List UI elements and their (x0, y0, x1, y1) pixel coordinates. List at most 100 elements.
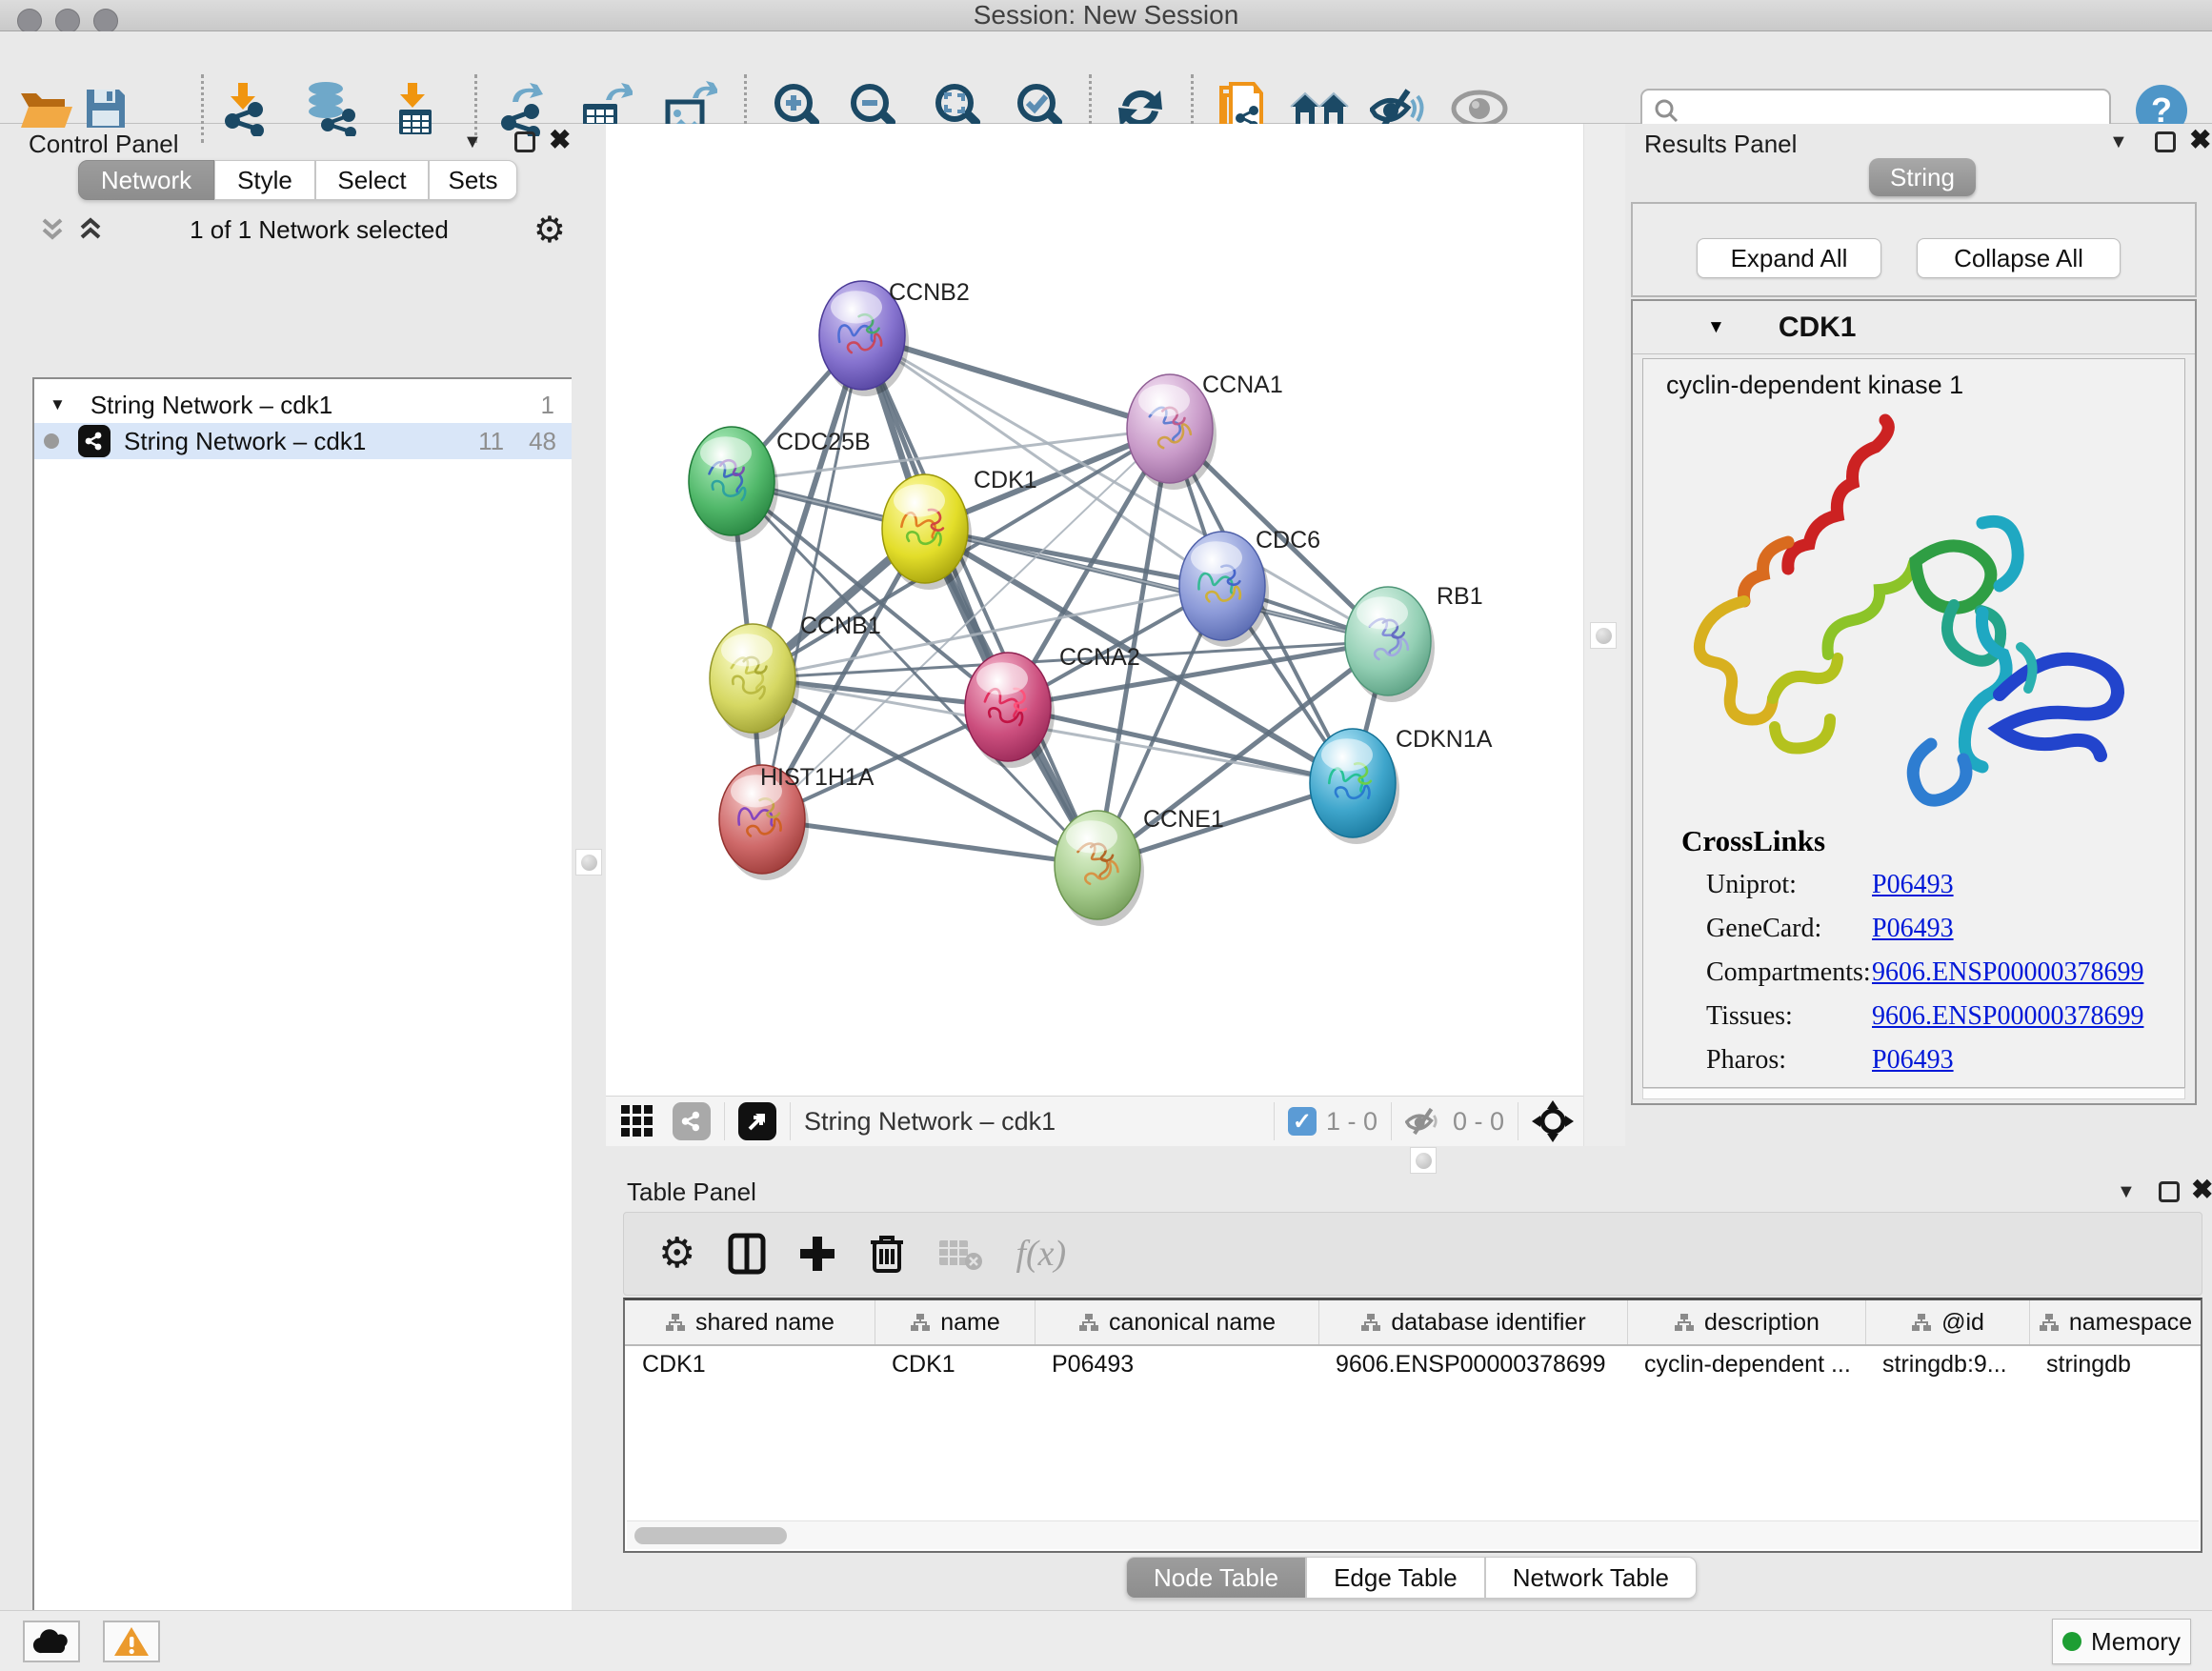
table-cell[interactable]: stringdb (2029, 1346, 2201, 1382)
results-actions-bar: Expand All Collapse All (1631, 202, 2197, 297)
entry-name: CDK1 (1779, 312, 1857, 344)
divider-handle-icon[interactable] (1416, 1153, 1432, 1169)
fit-content-crosshair-icon[interactable] (1532, 1100, 1574, 1142)
column-header-namespace[interactable]: namespace (2029, 1300, 2201, 1344)
vertical-divider[interactable] (1583, 124, 1625, 1146)
table-settings-gear-icon[interactable]: ⚙ (658, 1233, 695, 1275)
collapse-all-networks-icon[interactable] (76, 216, 105, 243)
selected-nodes-checkbox[interactable]: ✓ (1288, 1107, 1317, 1136)
window-minimize-button[interactable] (55, 9, 80, 33)
table-cell[interactable]: 9606.ENSP00000378699 (1318, 1346, 1627, 1382)
network-node-cdkn1a[interactable]: CDKN1A (1310, 726, 1493, 844)
crosslink-link[interactable]: P06493 (1872, 1045, 1954, 1076)
column-header--id[interactable]: @id (1865, 1300, 2029, 1344)
network-collection-row[interactable]: ▼ String Network – cdk1 1 (34, 387, 572, 423)
column-header-database-identifier[interactable]: database identifier (1318, 1300, 1627, 1344)
tab-network-table[interactable]: Network Table (1485, 1557, 1697, 1599)
window-close-button[interactable] (17, 9, 42, 33)
network-node-ccna1[interactable]: CCNA1 (1127, 372, 1283, 490)
column-type-icon (910, 1313, 931, 1332)
divider-handle-icon[interactable] (581, 855, 597, 871)
collapse-all-button[interactable]: Collapse All (1917, 238, 2121, 278)
caret-down-icon[interactable]: ▼ (50, 395, 66, 414)
table-panel-menu-button[interactable]: ▼ (2117, 1181, 2136, 1203)
table-row[interactable]: CDK1CDK1P064939606.ENSP00000378699cyclin… (625, 1346, 2201, 1382)
control-panel: Control Panel ▼ ✖ Network Style Select S… (10, 124, 572, 1610)
control-panel-close-button[interactable]: ✖ (549, 130, 571, 151)
string-view-icon[interactable] (673, 1102, 711, 1140)
search-field[interactable] (1686, 97, 2086, 125)
node-table[interactable]: shared namenamecanonical namedatabase id… (623, 1298, 2202, 1553)
tab-string[interactable]: String (1869, 158, 1976, 196)
network-node-ccna2[interactable]: CCNA2 (965, 644, 1140, 768)
network-edge[interactable] (862, 335, 1097, 865)
show-columns-icon[interactable] (728, 1233, 766, 1275)
birds-eye-view-button[interactable] (738, 1102, 776, 1140)
results-panel-menu-button[interactable]: ▼ (2109, 131, 2128, 153)
network-edge[interactable] (1008, 707, 1353, 783)
network-canvas[interactable]: CCNB2 CCNA1 CDC25BCDK1 CDC6RB1 CCNB1 CCNA2 CDK… (606, 124, 1583, 1096)
entry-header[interactable]: ▼ CDK1 (1633, 301, 2195, 354)
crosslink-label: Uniprot: (1706, 870, 1797, 900)
column-header-name[interactable]: name (875, 1300, 1035, 1344)
tab-node-table[interactable]: Node Table (1126, 1557, 1306, 1599)
network-graph[interactable]: CCNB2 CCNA1 CDC25BCDK1 CDC6RB1 CCNB1 CCNA2 CDK… (606, 124, 1583, 1096)
table-cell[interactable]: CDK1 (875, 1346, 1035, 1382)
results-panel-close-button[interactable]: ✖ (2189, 130, 2211, 151)
network-edge[interactable] (762, 819, 1097, 865)
network-options-gear-icon[interactable]: ⚙ (533, 209, 566, 252)
column-header-canonical-name[interactable]: canonical name (1035, 1300, 1318, 1344)
network-node-cdc6[interactable]: CDC6 (1179, 527, 1320, 647)
control-panel-float-button[interactable] (514, 131, 535, 152)
column-header-description[interactable]: description (1627, 1300, 1865, 1344)
vertical-divider[interactable] (572, 124, 606, 1610)
network-row[interactable]: String Network – cdk1 11 48 (34, 423, 572, 459)
scrollbar-thumb[interactable] (634, 1527, 787, 1544)
grid-view-icon[interactable] (619, 1103, 655, 1139)
delete-column-trash-icon[interactable] (869, 1233, 905, 1275)
results-scrollbar[interactable] (1642, 1088, 2185, 1099)
node-label: CCNB2 (889, 279, 970, 306)
control-panel-menu-button[interactable]: ▼ (463, 131, 482, 153)
divider-handle-icon[interactable] (1596, 628, 1612, 644)
tab-style[interactable]: Style (214, 160, 315, 200)
expand-all-networks-icon[interactable] (38, 216, 67, 243)
window-zoom-button[interactable] (93, 9, 118, 33)
tab-edge-table[interactable]: Edge Table (1306, 1557, 1485, 1599)
network-node-ccnb1[interactable]: CCNB1 (710, 613, 881, 739)
network-node-cdc25b[interactable]: CDC25B (689, 427, 871, 542)
network-node-ccnb2[interactable]: CCNB2 (819, 279, 970, 396)
crosslink-link[interactable]: P06493 (1872, 870, 1954, 900)
tab-network[interactable]: Network (78, 160, 214, 200)
warnings-button[interactable] (103, 1621, 160, 1662)
crosslink-link[interactable]: 9606.ENSP00000378699 (1872, 957, 2143, 988)
network-node-ccne1[interactable]: CCNE1 (1055, 806, 1224, 926)
crosslink-link[interactable]: 9606.ENSP00000378699 (1872, 1001, 2143, 1032)
table-hscrollbar[interactable] (627, 1520, 2199, 1549)
add-column-plus-icon[interactable] (798, 1235, 836, 1273)
results-panel-float-button[interactable] (2155, 131, 2176, 152)
table-panel-close-button[interactable]: ✖ (2191, 1179, 2212, 1200)
network-node-rb1[interactable]: RB1 (1345, 583, 1483, 702)
table-cell[interactable]: CDK1 (625, 1346, 875, 1382)
network-node-cdk1[interactable]: CDK1 (882, 467, 1037, 590)
table-panel-float-button[interactable] (2159, 1181, 2180, 1202)
expand-all-button[interactable]: Expand All (1697, 238, 1881, 278)
tab-select[interactable]: Select (315, 160, 429, 200)
table-cell[interactable]: P06493 (1035, 1346, 1318, 1382)
caret-down-icon: ▼ (2117, 1181, 2136, 1202)
protein-structure-image (1685, 409, 2133, 818)
network-node-hist1h1a[interactable]: HIST1H1A (719, 764, 875, 880)
hidden-eye-slash-icon (1405, 1105, 1443, 1137)
table-cell[interactable]: cyclin-dependent ... (1627, 1346, 1865, 1382)
search-icon (1654, 98, 1679, 123)
column-header-shared-name[interactable]: shared name (625, 1300, 875, 1344)
horizontal-divider[interactable] (606, 1146, 2212, 1174)
automation-cloud-button[interactable] (23, 1621, 80, 1662)
tab-sets[interactable]: Sets (429, 160, 517, 200)
memory-button[interactable]: Memory (2052, 1619, 2191, 1664)
caret-down-icon[interactable]: ▼ (1707, 317, 1725, 338)
table-cell[interactable]: stringdb:9... (1865, 1346, 2029, 1382)
memory-status-icon (2062, 1632, 2081, 1651)
crosslink-link[interactable]: P06493 (1872, 914, 1954, 944)
